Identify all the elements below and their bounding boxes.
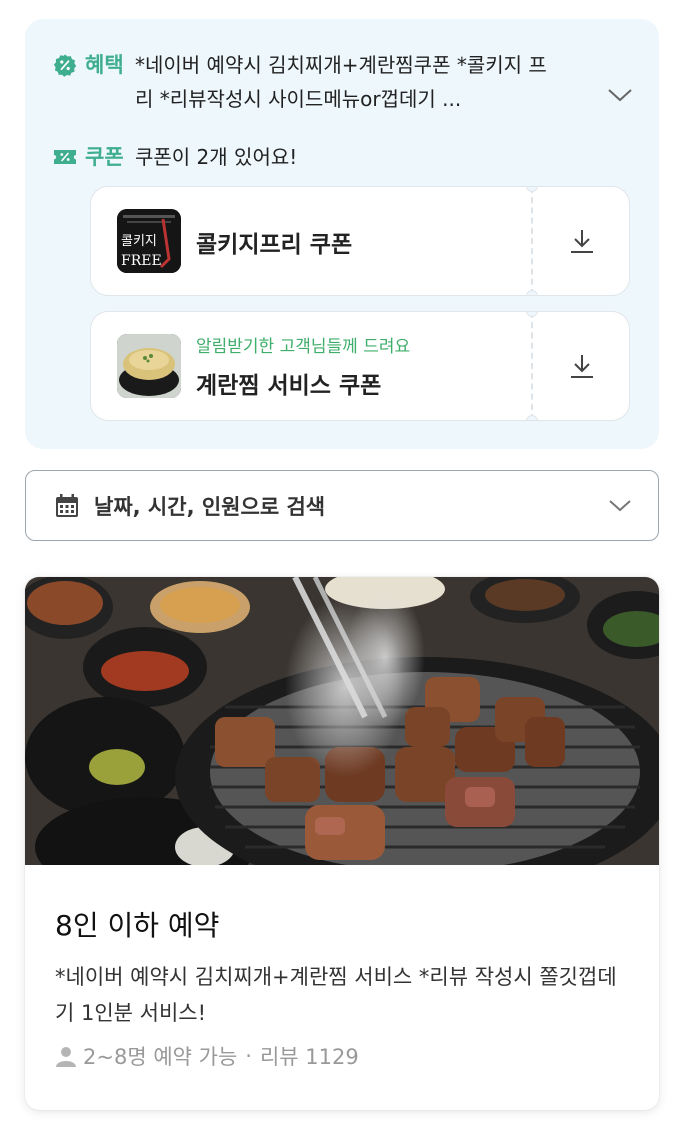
capacity-text: 2~8명 예약 가능 — [83, 1045, 238, 1069]
svg-text:FREE: FREE — [121, 253, 162, 269]
search-label: 날짜, 시간, 인원으로 검색 — [94, 494, 326, 519]
coupon-count: 쿠폰이 2개 있어요! — [135, 145, 298, 169]
coupon-subtitle: 알림받기한 고객님들께 드려요 — [196, 337, 411, 357]
chevron-down-icon[interactable] — [607, 87, 633, 103]
coupon-card: 콜키지 FREE 콜키지프리 쿠폰 — [90, 186, 630, 296]
benefit-row: 혜택 *네이버 예약시 김치찌개+계란찜쿠폰 *콜키지 프리 *리뷰작성시 사이… — [53, 51, 633, 116]
benefit-coupon-panel: 혜택 *네이버 예약시 김치찌개+계란찜쿠폰 *콜키지 프리 *리뷰작성시 사이… — [25, 19, 659, 449]
date-time-people-search[interactable]: 날짜, 시간, 인원으로 검색 — [25, 470, 659, 541]
benefit-label: 혜택 — [85, 53, 124, 77]
percent-badge-icon — [53, 54, 77, 77]
review-count: 리뷰 1129 — [259, 1045, 359, 1069]
coupon-ticket-icon — [54, 150, 76, 164]
coupon-download-button[interactable] — [533, 187, 629, 295]
coupon-name: 콜키지프리 쿠폰 — [196, 232, 353, 258]
reservation-product-card[interactable]: 8인 이하 예약 *네이버 예약시 김치찌개+계란찜 서비스 *리뷰 작성시 쫄… — [25, 577, 659, 1110]
calendar-icon — [56, 493, 78, 517]
chevron-down-icon — [609, 500, 631, 512]
egg-coupon-thumbnail — [117, 334, 181, 398]
product-description: *네이버 예약시 김치찌개+계란찜 서비스 *리뷰 작성시 쫄깃껍데기 1인분 … — [55, 965, 617, 1025]
product-meta: 2~8명 예약 가능 · 리뷰 1129 — [55, 1041, 359, 1071]
product-title: 8인 이하 예약 — [55, 909, 220, 942]
grilled-meat-photo — [25, 577, 659, 897]
coupon-download-button[interactable] — [533, 312, 629, 420]
coupon-label: 쿠폰 — [85, 145, 124, 169]
coupon-card: 알림받기한 고객님들께 드려요 계란찜 서비스 쿠폰 — [90, 311, 630, 421]
download-icon — [571, 355, 593, 378]
separator-dot: · — [245, 1044, 252, 1068]
svg-text:콜키지: 콜키지 — [121, 234, 157, 249]
coupon-name: 계란찜 서비스 쿠폰 — [196, 373, 382, 399]
corkage-coupon-thumbnail: 콜키지 FREE — [117, 209, 181, 273]
download-icon — [571, 230, 593, 253]
person-icon — [56, 1047, 76, 1067]
coupon-row: 쿠폰 쿠폰이 2개 있어요! — [53, 143, 297, 171]
benefit-text: *네이버 예약시 김치찌개+계란찜쿠폰 *콜키지 프리 *리뷰작성시 사이드메뉴… — [135, 53, 547, 111]
